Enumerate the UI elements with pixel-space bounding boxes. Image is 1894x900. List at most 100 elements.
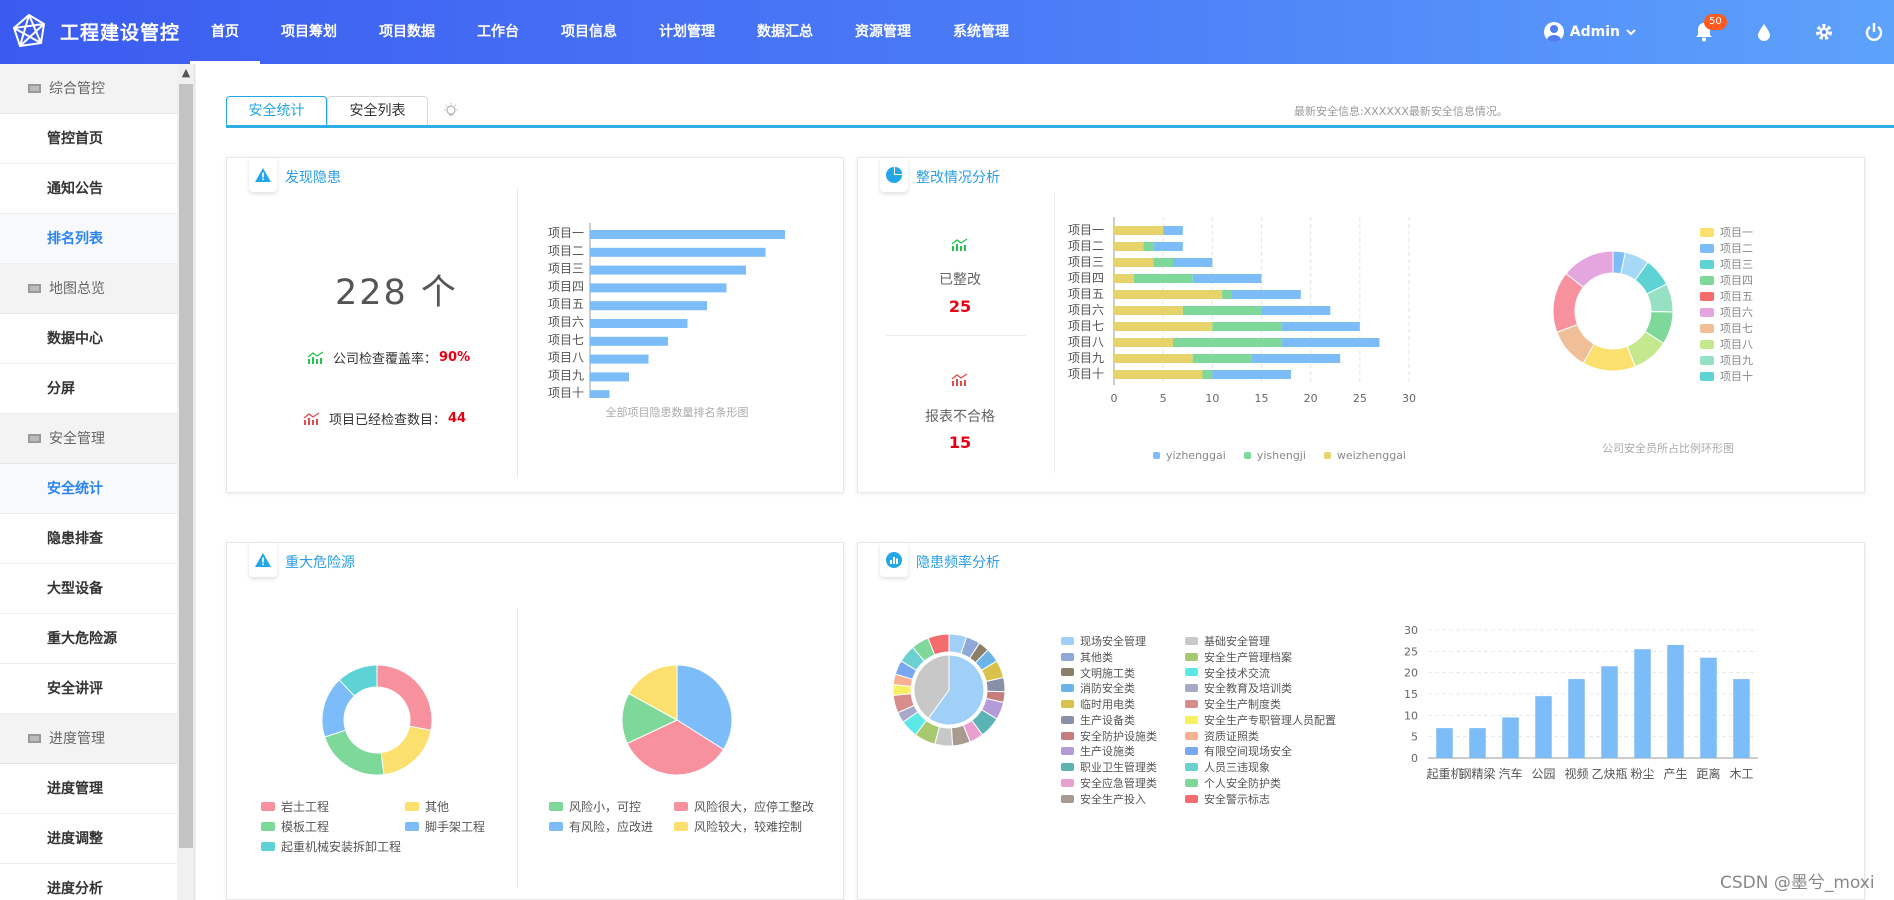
legend-item[interactable]: 人员三违现象 <box>1185 759 1360 775</box>
logout-button[interactable] <box>1854 0 1894 64</box>
bar-segment <box>1114 322 1213 331</box>
sidebar-group[interactable]: 综合管控 <box>0 64 177 114</box>
nav-item-7[interactable]: 资源管理 <box>834 0 932 64</box>
sidebar-item[interactable]: 安全讲评 <box>0 664 177 714</box>
sidebar-item[interactable]: 进度分析 <box>0 864 177 900</box>
sidebar-item[interactable]: 重大危险源 <box>0 614 177 664</box>
legend-item[interactable]: 资质证照类 <box>1185 728 1360 744</box>
legend-item[interactable]: 项目四 <box>1700 272 1753 288</box>
settings-button[interactable] <box>1794 0 1854 64</box>
legend-item[interactable]: 安全防护设施类 <box>1061 728 1185 744</box>
legend-item[interactable]: 项目三 <box>1700 256 1753 272</box>
legend-item[interactable]: 现场安全管理 <box>1061 633 1185 649</box>
legend-item[interactable]: 生产设备类 <box>1061 712 1185 728</box>
legend-label: 安全教育及培训类 <box>1204 682 1292 696</box>
legend-item[interactable]: 其他 <box>405 798 525 815</box>
nav-item-2[interactable]: 项目数据 <box>358 0 456 64</box>
sidebar-item[interactable]: 进度调整 <box>0 814 177 864</box>
sidebar-item[interactable]: 大型设备 <box>0 564 177 614</box>
legend-item[interactable]: 脚手架工程 <box>405 818 525 835</box>
legend-swatch <box>549 802 563 811</box>
nav-item-5[interactable]: 计划管理 <box>638 0 736 64</box>
nav-item-3[interactable]: 工作台 <box>456 0 540 64</box>
tick-label: 15 <box>1255 392 1269 405</box>
legend-swatch <box>1061 779 1074 788</box>
legend-item[interactable]: 安全警示标志 <box>1185 791 1360 807</box>
danger-type-ring-chart <box>321 664 433 776</box>
legend-swatch <box>674 802 688 811</box>
scroll-up-icon[interactable]: ▲ <box>177 66 194 79</box>
legend-item[interactable]: 安全生产管理档案 <box>1185 649 1360 665</box>
frequency-nested-ring-chart <box>892 633 1006 747</box>
sidebar-group[interactable]: 安全管理 <box>0 414 177 464</box>
sidebar-item[interactable]: 分屏 <box>0 364 177 414</box>
legend-item[interactable]: 起重机械安装拆卸工程 <box>261 838 405 855</box>
legend-item[interactable]: 岩土工程 <box>261 798 405 815</box>
legend-item[interactable]: 有限空间现场安全 <box>1185 744 1360 760</box>
legend-item[interactable]: yizhenggai <box>1153 449 1226 462</box>
scrollbar-thumb[interactable] <box>179 84 193 848</box>
notification-button[interactable]: 50 <box>1674 0 1734 64</box>
sidebar-item[interactable]: 安全统计 <box>0 464 177 514</box>
legend-item[interactable]: 安全技术交流 <box>1185 665 1360 681</box>
sidebar-group[interactable]: 地图总览 <box>0 264 177 314</box>
sidebar-item[interactable]: 排名列表 <box>0 214 177 264</box>
sidebar-item[interactable]: 数据中心 <box>0 314 177 364</box>
legend-item[interactable]: 安全教育及培训类 <box>1185 680 1360 696</box>
legend-item[interactable]: 项目六 <box>1700 304 1753 320</box>
sidebar-scrollbar[interactable]: ▲ <box>177 64 194 900</box>
sidebar-item[interactable]: 进度管理 <box>0 764 177 814</box>
sidebar-item[interactable]: 隐患排查 <box>0 514 177 564</box>
sidebar-item[interactable]: 通知公告 <box>0 164 177 214</box>
legend-item[interactable]: 安全应急管理类 <box>1061 775 1185 791</box>
legend-item[interactable]: 个人安全防护类 <box>1185 775 1360 791</box>
legend-item[interactable]: 项目一 <box>1700 224 1753 240</box>
legend-item[interactable]: weizhenggai <box>1323 449 1406 462</box>
legend-item[interactable]: 风险很大，应停工整改 <box>674 798 824 815</box>
legend-item[interactable]: 安全生产专职管理人员配置 <box>1185 712 1360 728</box>
category-label: 公园 <box>1531 767 1555 781</box>
legend-item[interactable]: 项目八 <box>1700 336 1753 352</box>
legend-item[interactable]: 其他类 <box>1061 649 1185 665</box>
bulb-icon[interactable] <box>442 102 460 120</box>
tab-safety-list[interactable]: 安全列表 <box>327 96 428 126</box>
legend-item[interactable]: 项目七 <box>1700 320 1753 336</box>
legend-item[interactable]: 职业卫生管理类 <box>1061 759 1185 775</box>
legend-item[interactable]: 安全生产制度类 <box>1185 696 1360 712</box>
legend-item[interactable]: 项目五 <box>1700 288 1753 304</box>
hazard-count: 228 个 <box>335 273 458 313</box>
nav-item-6[interactable]: 数据汇总 <box>736 0 834 64</box>
chart-caption: 全部项目隐患数量排名条形图 <box>605 406 749 419</box>
tab-safety-stats[interactable]: 安全统计 <box>226 96 327 126</box>
legend-label: yizhenggai <box>1166 449 1226 462</box>
brand[interactable]: 工程建设管控 <box>10 12 180 50</box>
legend-item[interactable]: 有风险，应改进 <box>549 818 674 835</box>
legend-item[interactable]: 临时用电类 <box>1061 696 1185 712</box>
legend-item[interactable]: 风险小，可控 <box>549 798 674 815</box>
legend-item[interactable]: 基础安全管理 <box>1185 633 1360 649</box>
category-label: 视频 <box>1564 766 1588 781</box>
legend-label: 项目二 <box>1720 242 1753 255</box>
tick-label: 0 <box>1111 392 1118 405</box>
nav-item-8[interactable]: 系统管理 <box>932 0 1030 64</box>
legend-item[interactable]: 风险较大，较难控制 <box>674 818 824 835</box>
legend-item[interactable]: 项目九 <box>1700 352 1753 368</box>
theme-button[interactable] <box>1734 0 1794 64</box>
nav-item-0[interactable]: 首页 <box>190 0 260 64</box>
legend-item[interactable]: 安全生产投入 <box>1061 791 1185 807</box>
legend-item[interactable]: 模板工程 <box>261 818 405 835</box>
legend-item[interactable]: 生产设施类 <box>1061 744 1185 760</box>
category-label: 项目七 <box>1068 319 1104 333</box>
nav-item-1[interactable]: 项目筹划 <box>260 0 358 64</box>
risk-level-pie-chart <box>621 664 733 776</box>
sidebar-group[interactable]: 进度管理 <box>0 714 177 764</box>
legend-item[interactable]: 项目二 <box>1700 240 1753 256</box>
sidebar-item[interactable]: 管控首页 <box>0 114 177 164</box>
legend-item[interactable]: 消防安全类 <box>1061 680 1185 696</box>
nav-item-4[interactable]: 项目信息 <box>540 0 638 64</box>
legend-item[interactable]: yishengji <box>1243 449 1306 462</box>
user-menu[interactable]: Admin <box>1543 22 1636 42</box>
legend-label: 风险很大，应停工整改 <box>694 800 815 814</box>
legend-item[interactable]: 文明施工类 <box>1061 665 1185 681</box>
legend-item[interactable]: 项目十 <box>1700 368 1753 384</box>
